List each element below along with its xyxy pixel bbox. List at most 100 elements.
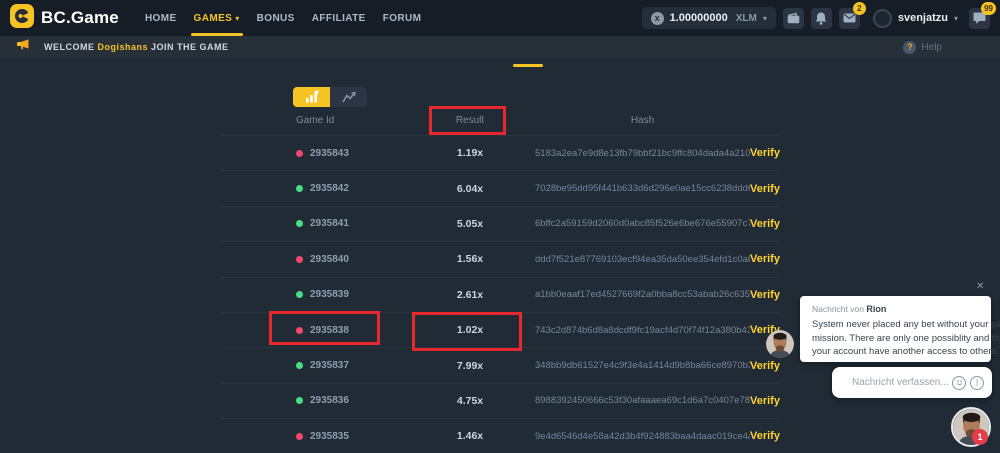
game-id-cell: 2935839 bbox=[220, 289, 405, 300]
status-dot-green bbox=[296, 362, 303, 369]
coin-icon: x bbox=[651, 12, 664, 25]
hash-value: 743c2d874b6d8a8dcdf9fc19acf4d70f74f12a38… bbox=[535, 325, 750, 336]
wallet-button[interactable] bbox=[783, 8, 804, 29]
verify-link[interactable]: Verify bbox=[750, 360, 778, 372]
table-rows: 29358431.19x5183a2ea7e9d8e13fb79bbf21bc9… bbox=[220, 135, 778, 453]
trend-chart-icon bbox=[342, 92, 356, 103]
status-dot-green bbox=[296, 220, 303, 227]
hash-value: ddd7f521e87769103ecf94ea35da50ee354efd1c… bbox=[535, 254, 750, 265]
topbar-right: x 1.00000000 XLM ▾ bbox=[642, 7, 990, 29]
game-id: 2935836 bbox=[310, 395, 349, 406]
game-id: 2935841 bbox=[310, 218, 349, 229]
table-row: 29358415.05x6bffc2a59159d2060d0abc85f526… bbox=[220, 207, 778, 242]
chat-message-line: mission. There are only one possiblity a… bbox=[812, 332, 979, 346]
username: svenjatzu bbox=[898, 12, 948, 24]
mail-icon bbox=[843, 13, 856, 23]
hash-value: 348bb9db61527e4c9f3e4a1414d9b8ba66ce8970… bbox=[535, 360, 750, 371]
verify-link[interactable]: Verify bbox=[750, 147, 778, 159]
game-id-cell: 2935842 bbox=[220, 183, 405, 194]
welcome-message: WELCOME Dogishans JOIN THE GAME bbox=[44, 42, 229, 52]
bar-chart-icon bbox=[305, 91, 319, 103]
info-icon[interactable]: | bbox=[970, 376, 984, 390]
result-value: 6.04x bbox=[405, 183, 535, 195]
verify-link[interactable]: Verify bbox=[750, 253, 778, 265]
brand-title: BC.Game bbox=[41, 8, 119, 28]
column-header-game-id: Game Id bbox=[220, 115, 405, 126]
avatar bbox=[766, 330, 794, 358]
nav-item-label: FORUM bbox=[383, 13, 422, 24]
currency-label: XLM bbox=[736, 13, 757, 24]
chat-from-label: Nachricht von bbox=[812, 304, 864, 314]
hash-value: a1bb0eaaf17ed4527669f2a0bba8cc53abab26c6… bbox=[535, 289, 750, 300]
nav-item-label: AFFILIATE bbox=[312, 13, 366, 24]
verify-link[interactable]: Verify bbox=[750, 395, 778, 407]
welcome-suffix: JOIN THE GAME bbox=[148, 42, 229, 52]
chat-message-input[interactable] bbox=[852, 377, 952, 388]
active-tab-indicator bbox=[513, 64, 543, 67]
brand-logo[interactable]: BC.Game bbox=[10, 4, 119, 33]
chat-sender-avatar[interactable] bbox=[766, 330, 794, 358]
welcome-username: Dogishans bbox=[98, 42, 149, 52]
nav-item-label: GAMES bbox=[194, 13, 233, 24]
help-label: Help bbox=[921, 42, 942, 53]
table-header-row: Game Id Result Hash bbox=[220, 105, 778, 135]
chat-message-card: Nachricht von Rion System never placed a… bbox=[800, 296, 991, 362]
game-id-cell: 2935836 bbox=[220, 395, 405, 406]
game-id: 2935842 bbox=[310, 183, 349, 194]
game-id-cell: 2935841 bbox=[220, 218, 405, 229]
chat-badge: 99 bbox=[981, 2, 996, 15]
table-row: 29358431.19x5183a2ea7e9d8e13fb79bbf21bc9… bbox=[220, 136, 778, 171]
user-avatar bbox=[873, 9, 892, 28]
game-id-cell: 2935837 bbox=[220, 360, 405, 371]
result-value: 1.02x bbox=[405, 324, 535, 336]
welcome-prefix: WELCOME bbox=[44, 42, 98, 52]
result-value: 1.46x bbox=[405, 430, 535, 442]
balance-selector[interactable]: x 1.00000000 XLM ▾ bbox=[642, 7, 776, 29]
status-dot-green bbox=[296, 397, 303, 404]
nav-item-games[interactable]: GAMES▾ bbox=[194, 0, 240, 36]
hash-value: 7028be95dd95f441b633d6d296e0ae15cc6238dd… bbox=[535, 183, 750, 194]
chevron-down-icon: ▾ bbox=[235, 14, 239, 23]
notifications-button[interactable] bbox=[811, 8, 832, 29]
result-value: 2.61x bbox=[405, 289, 535, 301]
status-dot-red bbox=[296, 256, 303, 263]
game-history-table: Game Id Result Hash 29358431.19x5183a2ea… bbox=[220, 105, 778, 453]
chat-input-container: | bbox=[832, 367, 992, 398]
game-id: 2935835 bbox=[310, 431, 349, 442]
verify-link[interactable]: Verify bbox=[750, 218, 778, 230]
bell-icon bbox=[815, 12, 827, 25]
mail-badge: 2 bbox=[853, 2, 866, 15]
nav-item-forum[interactable]: FORUM bbox=[383, 0, 422, 36]
emoji-icon[interactable] bbox=[952, 376, 966, 390]
verify-link[interactable]: Verify bbox=[750, 289, 778, 301]
help-link[interactable]: ? Help bbox=[903, 41, 942, 54]
topbar: BC.Game HOMEGAMES▾BONUSAFFILIATEFORUM x … bbox=[0, 0, 1000, 36]
result-value: 5.05x bbox=[405, 218, 535, 230]
user-menu[interactable]: svenjatzu ▾ bbox=[873, 9, 958, 28]
result-value: 7.99x bbox=[405, 360, 535, 372]
verify-link[interactable]: Verify bbox=[750, 430, 778, 442]
result-value: 1.56x bbox=[405, 253, 535, 265]
verify-link[interactable]: Verify bbox=[750, 183, 778, 195]
main-nav: HOME GAMES▾ BONUS AFFILIATE FORUM bbox=[145, 0, 421, 36]
game-id: 2935840 bbox=[310, 254, 349, 265]
brand-icon bbox=[10, 4, 34, 33]
nav-item-home[interactable]: HOME bbox=[145, 0, 177, 36]
game-id: 2935837 bbox=[310, 360, 349, 371]
chevron-down-icon: ▾ bbox=[763, 14, 767, 23]
nav-item-bonus[interactable]: BONUS bbox=[257, 0, 295, 36]
trend-view-button[interactable] bbox=[330, 87, 367, 107]
chat-input-icons: | bbox=[952, 376, 984, 390]
game-id-cell: 2935840 bbox=[220, 254, 405, 265]
chat-message-line: System never placed any bet without your… bbox=[812, 318, 979, 332]
table-row: 29358351.46x9e4d6546d4e58a42d3b4f924883b… bbox=[220, 419, 778, 453]
game-id-cell: 2935835 bbox=[220, 431, 405, 442]
column-header-hash: Hash bbox=[535, 115, 750, 126]
table-view-button[interactable] bbox=[293, 87, 330, 107]
nav-item-affiliate[interactable]: AFFILIATE bbox=[312, 0, 366, 36]
chat-message-line: your account have another access to othe… bbox=[812, 345, 979, 359]
mail-button[interactable]: 2 bbox=[839, 8, 860, 29]
chat-sender-name: Rion bbox=[866, 304, 886, 314]
chat-button[interactable]: 99 bbox=[969, 8, 990, 29]
close-icon[interactable]: ✕ bbox=[976, 281, 984, 292]
